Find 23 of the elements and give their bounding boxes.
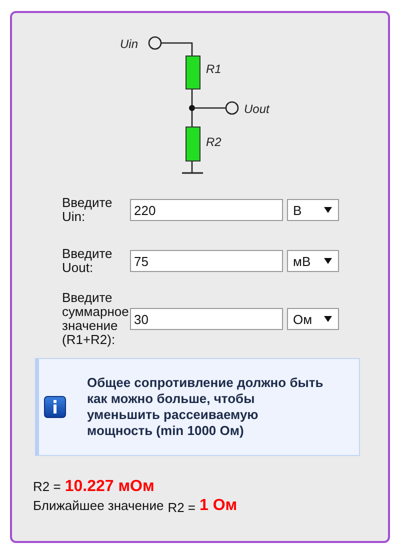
result-label: R2 = <box>33 479 61 494</box>
circuit-label: R2 <box>206 135 222 149</box>
caret-icon <box>324 258 332 264</box>
circuit-label: R1 <box>206 62 222 76</box>
result-label: R2 = <box>168 500 196 515</box>
unit-select[interactable]: мВ <box>287 250 339 272</box>
field-label: Введите Uout: <box>62 247 114 275</box>
info-icon <box>44 396 66 418</box>
field-label: Введите суммарное значение (R1+R2): <box>62 291 130 347</box>
unit-select[interactable]: В <box>287 199 339 221</box>
caret-icon <box>324 316 332 322</box>
result-value: 10.227 мОм <box>64 478 154 496</box>
circuit-label: Uout <box>244 102 270 116</box>
circuit-label: Uin <box>120 37 138 51</box>
result-label: Ближайшее значение <box>33 498 164 513</box>
input-field[interactable]: 30 <box>130 308 283 330</box>
result-value: 1 Ом <box>200 497 238 515</box>
info-text: Общее сопротивление должно быть как можно больше, чтобы уменьшить рассеиваемую мощность (min 1000 Ом) <box>87 375 324 439</box>
input-field[interactable]: 75 <box>130 250 283 272</box>
input-field[interactable]: 220 <box>130 199 283 221</box>
unit-select[interactable]: Ом <box>287 308 339 330</box>
caret-icon <box>324 207 332 213</box>
field-label: Введите Uin: <box>62 196 114 224</box>
